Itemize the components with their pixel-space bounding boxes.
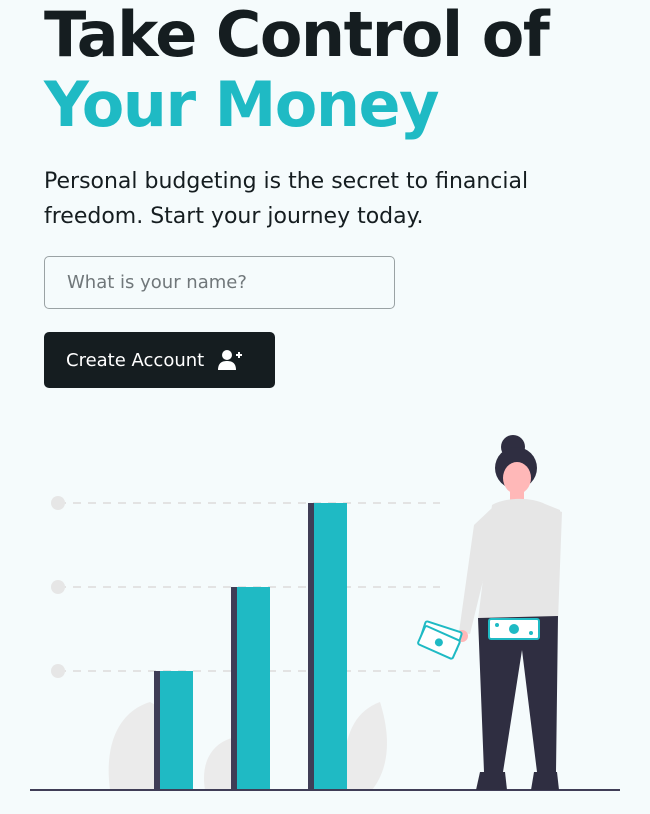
- name-input[interactable]: [44, 256, 395, 309]
- chart-bar-2: [231, 587, 270, 790]
- user-plus-icon: [218, 349, 243, 371]
- hero-title: Take Control of Your Money: [44, 0, 550, 141]
- woman-figure: [456, 435, 562, 790]
- chart-bar-1: [154, 671, 193, 790]
- hero-title-accent: Your Money: [44, 68, 440, 141]
- hero-title-line1: Take Control of: [44, 0, 550, 71]
- create-account-label: Create Account: [66, 349, 205, 371]
- chart-bar-3: [308, 503, 347, 790]
- create-account-button[interactable]: Create Account: [44, 332, 275, 388]
- chart-grid-dots: [51, 496, 65, 678]
- hero-subtitle: Personal budgeting is the secret to fina…: [44, 169, 529, 229]
- budget-illustration: [30, 435, 620, 791]
- leaf-decoration-right: [343, 702, 387, 790]
- home-page: Take Control of Your Money Personal budg…: [0, 0, 650, 814]
